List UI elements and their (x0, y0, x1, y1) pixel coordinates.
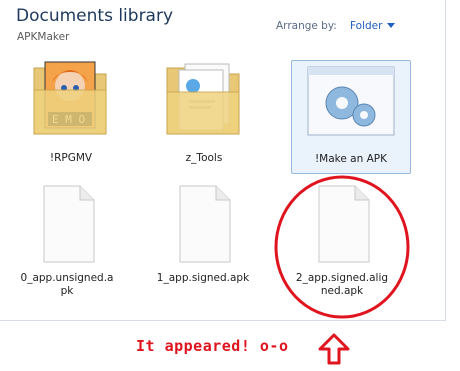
file-item-label: !RPGMV (49, 152, 93, 164)
file-item-z-tools[interactable]: z_Tools (145, 56, 263, 174)
library-subtitle: APKMaker (17, 31, 70, 43)
chevron-down-icon (387, 23, 396, 28)
arrange-by-dropdown[interactable]: Folder (350, 20, 396, 32)
file-item-label: z_Tools (185, 152, 223, 164)
gears-shortcut-icon (307, 66, 395, 136)
file-item-make-an-apk[interactable]: !Make an APK (291, 60, 411, 174)
file-item-label: 1_app.signed.apk (156, 272, 250, 284)
up-arrow-icon (318, 333, 350, 365)
folder-anime-icon: E M O (33, 61, 107, 135)
blank-file-icon (43, 185, 95, 263)
arrange-by-value: Folder (350, 20, 383, 32)
file-item-label: !Make an APK (314, 153, 388, 165)
blank-file-icon (179, 185, 231, 263)
red-circle-annotation (274, 175, 410, 319)
file-item-label: 0_app.unsigned.a pk (20, 272, 114, 297)
folder-documents-icon (166, 63, 240, 135)
library-title: Documents library (16, 6, 174, 26)
file-item-signed-apk[interactable]: 1_app.signed.apk (144, 182, 262, 300)
file-item-unsigned-apk[interactable]: 0_app.unsigned.a pk (8, 182, 126, 300)
file-item-rpgmv[interactable]: E M O !RPGMV (12, 56, 130, 174)
arrange-by-label: Arrange by: (276, 20, 337, 32)
annotation-text: It appeared! o-o (136, 337, 289, 355)
